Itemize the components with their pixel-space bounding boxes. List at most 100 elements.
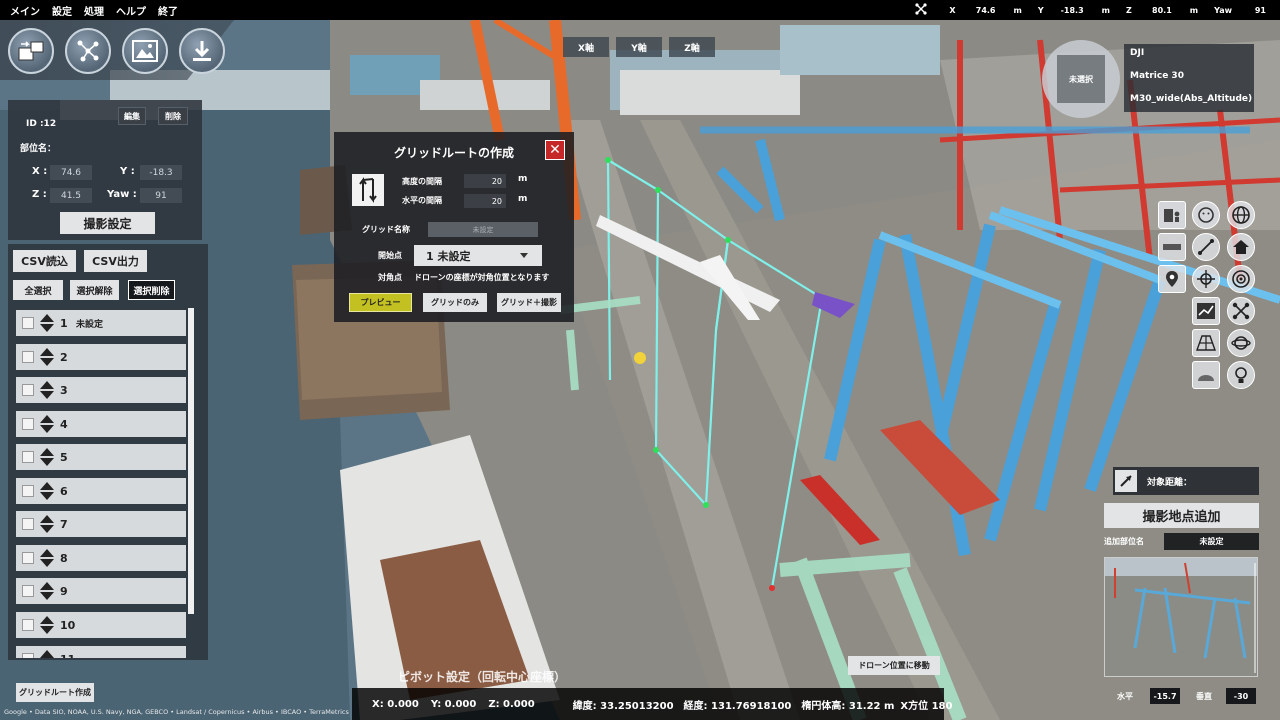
menu-help[interactable]: ヘルプ — [116, 3, 146, 18]
part-name-label: 部位名： — [20, 144, 57, 154]
pivot-settings-label: ピボット設定（回転中心座標） — [398, 670, 567, 684]
network-button[interactable] — [65, 28, 111, 74]
chart-button[interactable] — [1192, 297, 1220, 325]
menu-exit[interactable]: 終了 — [158, 3, 178, 18]
home-button[interactable] — [1227, 233, 1255, 261]
deselect-button[interactable]: 選択解除 — [70, 280, 119, 300]
grid-perspective-button[interactable] — [1192, 329, 1220, 357]
menu-main[interactable]: メイン — [10, 3, 40, 18]
status-longitude: 経度: 131.76918100 — [683, 700, 792, 712]
menu-process[interactable]: 処理 — [84, 3, 104, 18]
dome-button[interactable] — [1192, 361, 1220, 389]
list-item-checkbox[interactable] — [22, 384, 34, 396]
add-shooting-point-button[interactable]: 撮影地点追加 — [1104, 503, 1259, 528]
reorder-arrows-icon[interactable] — [40, 313, 54, 333]
list-item-number: 8 — [60, 551, 68, 565]
delete-selected-button[interactable]: 選択削除 — [128, 280, 175, 300]
list-item-checkbox[interactable] — [22, 619, 34, 631]
list-item[interactable]: 6 — [16, 478, 186, 504]
add-part-value[interactable]: 未設定 — [1164, 533, 1259, 550]
list-item[interactable]: 4 — [16, 411, 186, 437]
ruler-button[interactable] — [1158, 233, 1186, 261]
light-button[interactable] — [1227, 361, 1255, 389]
list-item-checkbox[interactable] — [22, 653, 34, 658]
pose-y-label: Y — [1037, 5, 1044, 15]
list-item[interactable]: 11 — [16, 646, 186, 658]
list-item-checkbox[interactable] — [22, 585, 34, 597]
y-axis-button[interactable]: Y軸 — [616, 37, 662, 57]
shoot-settings-button[interactable]: 撮影設定 — [60, 212, 155, 234]
rotate-button[interactable] — [1227, 329, 1255, 357]
horizontal-gap-input[interactable]: 20 — [464, 194, 506, 208]
pin-button[interactable] — [1158, 265, 1186, 293]
grid-route-dialog: グリッドルートの作成 ✕ 高度の間隔 20 m 水平の間隔 20 m グリッド名… — [334, 132, 574, 322]
grid-name-label: グリッド名称 — [362, 225, 410, 234]
list-item[interactable]: 1 未設定 — [16, 310, 186, 336]
delete-button[interactable]: 削除 — [158, 107, 188, 125]
drone-selector[interactable]: 未選択 — [1042, 40, 1120, 118]
x-value[interactable]: 74.6 — [50, 165, 92, 180]
move-to-drone-button[interactable]: ドローン位置に移動 — [848, 656, 940, 675]
grid-only-button[interactable]: グリッドのみ — [423, 293, 487, 312]
y-value[interactable]: -18.3 — [140, 165, 182, 180]
list-item[interactable]: 9 — [16, 578, 186, 604]
height-gap-input[interactable]: 20 — [464, 174, 506, 188]
horizontal-gap-label: 水平の間隔 — [402, 196, 442, 205]
list-item[interactable]: 8 — [16, 545, 186, 571]
grid-route-create-button[interactable]: グリッドルート作成 — [16, 683, 94, 702]
reorder-arrows-icon[interactable] — [40, 581, 54, 601]
vertical-angle-value[interactable]: -30 — [1226, 688, 1256, 704]
list-item[interactable]: 7 — [16, 511, 186, 537]
horizontal-angle-value[interactable]: -15.7 — [1150, 688, 1180, 704]
reorder-arrows-icon[interactable] — [40, 380, 54, 400]
crosshair-move-button[interactable] — [1192, 265, 1220, 293]
face-measure-button[interactable] — [1192, 201, 1220, 229]
list-item[interactable]: 2 — [16, 344, 186, 370]
reorder-arrows-icon[interactable] — [40, 447, 54, 467]
list-item-checkbox[interactable] — [22, 451, 34, 463]
list-item[interactable]: 3 — [16, 377, 186, 403]
reorder-arrows-icon[interactable] — [40, 481, 54, 501]
building-person-button[interactable] — [1158, 201, 1186, 229]
grid-shoot-button[interactable]: グリッド＋撮影 — [497, 293, 561, 312]
list-item[interactable]: 10 — [16, 612, 186, 638]
reorder-arrows-icon[interactable] — [40, 347, 54, 367]
x-axis-button[interactable]: X軸 — [563, 37, 609, 57]
crosshair-move-icon — [1197, 270, 1215, 288]
yaw-value[interactable]: 91 — [140, 188, 182, 203]
corner-point-note: ドローンの座標が対角位置となります — [414, 273, 550, 282]
close-button[interactable]: ✕ — [545, 140, 565, 160]
reorder-arrows-icon[interactable] — [40, 548, 54, 568]
list-item-checkbox[interactable] — [22, 552, 34, 564]
list-item-checkbox[interactable] — [22, 518, 34, 530]
reorder-arrows-icon[interactable] — [40, 615, 54, 635]
list-item-checkbox[interactable] — [22, 418, 34, 430]
list-item[interactable]: 5 — [16, 444, 186, 470]
csv-load-button[interactable]: CSV読込 — [13, 250, 76, 272]
drone-view-button[interactable] — [1227, 297, 1255, 325]
select-all-button[interactable]: 全選択 — [13, 280, 63, 300]
add-part-row: 追加部位名 未設定 — [1104, 533, 1259, 552]
measure-button[interactable] — [1192, 233, 1220, 261]
target-button[interactable] — [1227, 265, 1255, 293]
download-button[interactable] — [179, 28, 225, 74]
list-item-checkbox[interactable] — [22, 317, 34, 329]
reorder-arrows-icon[interactable] — [40, 514, 54, 534]
route-import-button[interactable] — [8, 28, 54, 74]
csv-export-button[interactable]: CSV出力 — [84, 250, 147, 272]
start-point-select[interactable]: 1 未設定 — [414, 245, 542, 266]
preview-button[interactable]: プレビュー — [349, 293, 412, 312]
z-value[interactable]: 41.5 — [50, 188, 92, 203]
z-axis-button[interactable]: Z軸 — [669, 37, 715, 57]
edit-button[interactable]: 編集 — [118, 107, 146, 125]
reorder-arrows-icon[interactable] — [40, 414, 54, 434]
globe-button[interactable] — [1227, 201, 1255, 229]
list-item-checkbox[interactable] — [22, 485, 34, 497]
list-scrollbar[interactable] — [188, 308, 194, 614]
reorder-arrows-icon[interactable] — [40, 649, 54, 658]
image-button[interactable] — [122, 28, 168, 74]
grid-name-input[interactable]: 未設定 — [428, 222, 538, 237]
drone-info-panel: DJI Matrice 30 M30_wide(Abs_Altitude) — [1124, 44, 1254, 112]
list-item-checkbox[interactable] — [22, 351, 34, 363]
menu-settings[interactable]: 設定 — [52, 3, 72, 18]
